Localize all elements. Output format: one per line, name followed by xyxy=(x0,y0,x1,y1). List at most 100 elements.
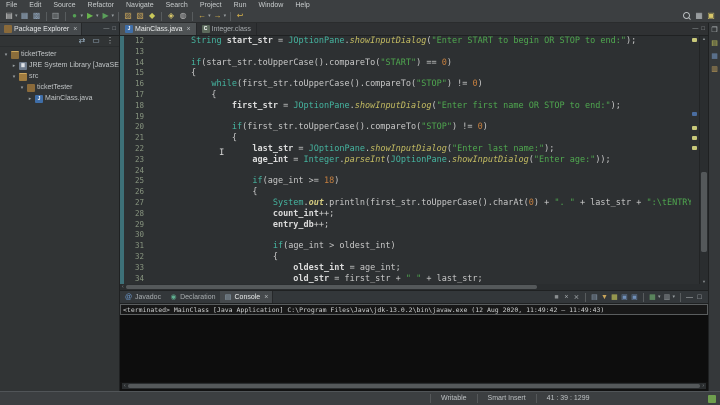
line-number[interactable]: 22 xyxy=(120,144,150,155)
line-number[interactable]: 20 xyxy=(120,122,150,133)
search-tool-icon[interactable]: ◍ xyxy=(178,11,188,22)
tree-item-tickettester[interactable]: ▾ticketTester xyxy=(0,82,119,93)
dropdown-icon[interactable]: ▾ xyxy=(96,13,99,19)
open-console-icon[interactable]: ▦ xyxy=(648,293,657,302)
annotation-marker[interactable] xyxy=(692,126,697,130)
tree-item-src[interactable]: ▾src xyxy=(0,71,119,82)
terminate-icon[interactable]: ■ xyxy=(552,293,561,302)
build-all-icon[interactable]: ▥ xyxy=(51,11,61,22)
tree-item-jre-system-library-javase-13[interactable]: ▸≣JRE System Library [JavaSE-13] xyxy=(0,60,119,71)
menu-window[interactable]: Window xyxy=(252,2,289,9)
maximize-icon[interactable]: □ xyxy=(701,26,705,32)
last-edit-location-icon[interactable]: ↩ xyxy=(235,11,245,22)
line-number[interactable]: 17 xyxy=(120,90,150,101)
scroll-up-icon[interactable]: ▲ xyxy=(700,36,708,41)
menu-file[interactable]: File xyxy=(0,2,23,9)
save-all-icon[interactable]: ▩ xyxy=(32,11,42,22)
expand-icon[interactable]: ▸ xyxy=(11,63,17,69)
dropdown-icon[interactable]: ▾ xyxy=(224,13,227,19)
remove-all-launches-icon[interactable]: ⨯ xyxy=(572,293,581,302)
close-icon[interactable]: × xyxy=(73,26,77,33)
line-number[interactable]: 30 xyxy=(120,230,150,241)
line-number[interactable]: 27 xyxy=(120,198,150,209)
menu-refactor[interactable]: Refactor xyxy=(82,2,120,9)
save-icon[interactable]: ▦ xyxy=(20,11,30,22)
line-number[interactable]: 16 xyxy=(120,79,150,90)
outline-view-icon[interactable]: ▤ xyxy=(710,38,719,47)
collapse-icon[interactable]: ▾ xyxy=(11,74,17,80)
dropdown-icon[interactable]: ▾ xyxy=(672,294,675,300)
editor-vertical-scrollbar[interactable]: ▲ ▼ xyxy=(699,36,708,284)
collapse-all-icon[interactable]: ▭ xyxy=(91,36,101,47)
menu-help[interactable]: Help xyxy=(289,2,315,9)
word-wrap-icon[interactable]: ▦ xyxy=(610,293,619,302)
tab-package-explorer[interactable]: Package Explorer × xyxy=(0,23,82,35)
problems-view-icon[interactable]: ▥ xyxy=(710,64,719,73)
new-java-project-icon[interactable]: ▨ xyxy=(123,11,133,22)
line-number[interactable]: 24 xyxy=(120,166,150,177)
menu-navigate[interactable]: Navigate xyxy=(120,2,160,9)
line-number[interactable]: 15 xyxy=(120,68,150,79)
maximize-icon[interactable]: □ xyxy=(695,293,704,302)
scroll-left-icon[interactable]: ‹ xyxy=(120,284,126,290)
line-number[interactable]: 23 xyxy=(120,155,150,166)
line-number[interactable]: 33 xyxy=(120,263,150,274)
external-tools-icon[interactable]: ▶ xyxy=(101,11,111,22)
minimize-icon[interactable]: — xyxy=(692,26,698,32)
view-menu-icon[interactable]: ▥ xyxy=(662,293,671,302)
line-number[interactable]: 18 xyxy=(120,101,150,112)
forward-icon[interactable]: → xyxy=(213,11,223,22)
close-icon[interactable]: × xyxy=(186,26,190,33)
menu-run[interactable]: Run xyxy=(228,2,253,9)
code-editor[interactable]: 12 String start_str = JOptionPane.showIn… xyxy=(120,36,691,284)
link-with-editor-icon[interactable]: ⇄ xyxy=(77,36,87,47)
menu-project[interactable]: Project xyxy=(194,2,228,9)
minimize-icon[interactable]: — xyxy=(685,293,694,302)
scrollbar-thumb[interactable] xyxy=(701,172,707,251)
line-number[interactable]: 12 xyxy=(120,36,150,47)
close-icon[interactable]: × xyxy=(264,294,268,301)
tab-console[interactable]: ▤Console× xyxy=(220,291,274,303)
annotation-marker[interactable] xyxy=(692,136,697,140)
dropdown-icon[interactable]: ▾ xyxy=(15,13,18,19)
back-icon[interactable]: ← xyxy=(197,11,207,22)
menu-source[interactable]: Source xyxy=(47,2,81,9)
dropdown-icon[interactable]: ▾ xyxy=(112,13,115,19)
editor-tab-mainclass-java[interactable]: JMainClass.java× xyxy=(120,23,197,35)
new-wizard-icon[interactable]: ▤ xyxy=(4,11,14,22)
scroll-lock-icon[interactable]: ▼ xyxy=(600,293,609,302)
line-number[interactable]: 31 xyxy=(120,241,150,252)
run-icon[interactable]: ▶ xyxy=(85,11,95,22)
scrollbar-thumb[interactable] xyxy=(128,384,701,388)
console-output[interactable] xyxy=(120,315,708,382)
menu-search[interactable]: Search xyxy=(160,2,194,9)
debug-icon[interactable]: ● xyxy=(70,11,80,22)
tree-item-tickettester[interactable]: ▾ticketTester xyxy=(0,49,119,60)
tree-item-mainclass-java[interactable]: ▸JMainClass.java xyxy=(0,93,119,104)
menu-edit[interactable]: Edit xyxy=(23,2,47,9)
open-type-icon[interactable]: ◈ xyxy=(166,11,176,22)
new-class-icon[interactable]: ◆ xyxy=(147,11,157,22)
tab-javadoc[interactable]: @Javadoc xyxy=(120,291,165,303)
line-number[interactable]: 34 xyxy=(120,274,150,284)
line-number[interactable]: 25 xyxy=(120,176,150,187)
scroll-right-icon[interactable]: › xyxy=(700,383,706,389)
display-selected-console-icon[interactable]: ▣ xyxy=(630,293,639,302)
task-list-view-icon[interactable]: ▦ xyxy=(710,51,719,60)
overview-ruler[interactable] xyxy=(691,36,699,284)
annotation-marker[interactable] xyxy=(692,38,697,42)
line-number[interactable]: 32 xyxy=(120,252,150,263)
editor-tab-integer-class[interactable]: CInteger.class xyxy=(197,23,257,35)
open-perspective-icon[interactable]: ▦ xyxy=(694,11,704,22)
remove-launch-icon[interactable]: × xyxy=(562,293,571,302)
restore-view-icon[interactable]: ❐ xyxy=(710,25,719,34)
minimize-icon[interactable]: — xyxy=(103,26,109,32)
annotation-marker[interactable] xyxy=(692,112,697,116)
dropdown-icon[interactable]: ▾ xyxy=(658,294,661,300)
search-icon[interactable] xyxy=(682,11,692,22)
clear-console-icon[interactable]: ▤ xyxy=(590,293,599,302)
collapse-icon[interactable]: ▾ xyxy=(19,85,25,91)
scroll-left-icon[interactable]: ‹ xyxy=(122,383,128,389)
line-number[interactable]: 19 xyxy=(120,112,150,123)
line-number[interactable]: 28 xyxy=(120,209,150,220)
